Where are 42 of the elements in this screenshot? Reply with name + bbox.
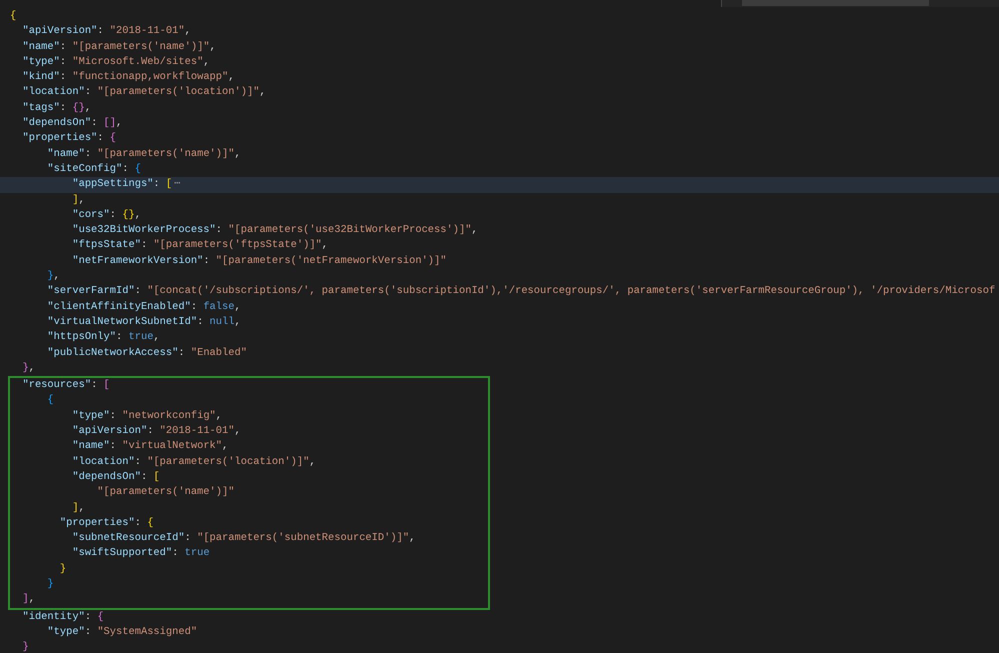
code-line: "httpsOnly": true, (46, 330, 160, 346)
code-line: "netFrameworkVersion": "[parameters('netFrameworkVersion')]" (71, 254, 447, 269)
code-line: "publicNetworkAccess": "Enabled" (46, 346, 247, 361)
code-line: "name": "[parameters('name')]", (21, 40, 216, 55)
code-line: "location": "[parameters('location')]", (71, 454, 316, 470)
code-line: "properties": { (58, 516, 154, 531)
code-line: }, (21, 360, 35, 376)
code-line: "type": "networkconfig", (71, 408, 222, 424)
code-line: { (46, 393, 54, 408)
code-line: }, (46, 269, 60, 284)
find-field[interactable] (742, 0, 929, 6)
code-line: "identity": { (21, 610, 104, 625)
code-line: "swiftSupported": true (71, 546, 210, 562)
code-line: "ftpsState": "[parameters('ftpsState')]", (71, 238, 328, 254)
code-line: "dependsOn": [], (21, 116, 122, 132)
code-line: "location": "[parameters('location')]", (21, 85, 266, 100)
code-line: "serverFarmId": "[concat('/subscriptions/', parameters('subscriptionId'),'/resourcegroups/', parameters('serverFarmResourceGroup'), '/providers/Microsof (46, 284, 996, 300)
code-line: "apiVersion": "2018-11-01", (71, 424, 241, 440)
code-line: "tags": {}, (21, 100, 92, 116)
code-line: "properties": { (21, 131, 116, 146)
code-line: { (10, 9, 16, 24)
code-line: "type": "SystemAssigned" (46, 624, 198, 640)
code-line: "dependsOn": [ (71, 470, 160, 485)
code-line: "name": "virtualNetwork", (71, 439, 228, 454)
code-line: ], (71, 500, 85, 516)
code-line: "clientAffinityEnabled": false, (46, 300, 241, 315)
code-line: "siteConfig": { (46, 162, 141, 177)
code-line: "apiVersion": "2018-11-01", (21, 24, 191, 40)
code-line: "name": "[parameters('name')]", (46, 146, 241, 162)
code-line: "use32BitWorkerProcess": "[parameters('use32BitWorkerProcess')]", (71, 223, 478, 238)
code-line: "[parameters('name')]" (96, 485, 234, 500)
code-line: } (58, 562, 66, 577)
code-line: "cors": {}, (71, 208, 141, 223)
code-line: } (21, 640, 29, 653)
code-line: "virtualNetworkSubnetId": null, (46, 314, 241, 330)
code-line: "resources": [ (21, 378, 110, 394)
code-line: "type": "Microsoft.Web/sites", (21, 54, 210, 70)
code-line: ], (71, 192, 85, 208)
code-line: "subnetResourceId": "[parameters('subnetResourceID')]", (71, 531, 416, 546)
code-line: "kind": "functionapp,workflowapp", (21, 70, 235, 86)
code-line: } (46, 576, 54, 592)
code-line: ], (21, 592, 35, 608)
